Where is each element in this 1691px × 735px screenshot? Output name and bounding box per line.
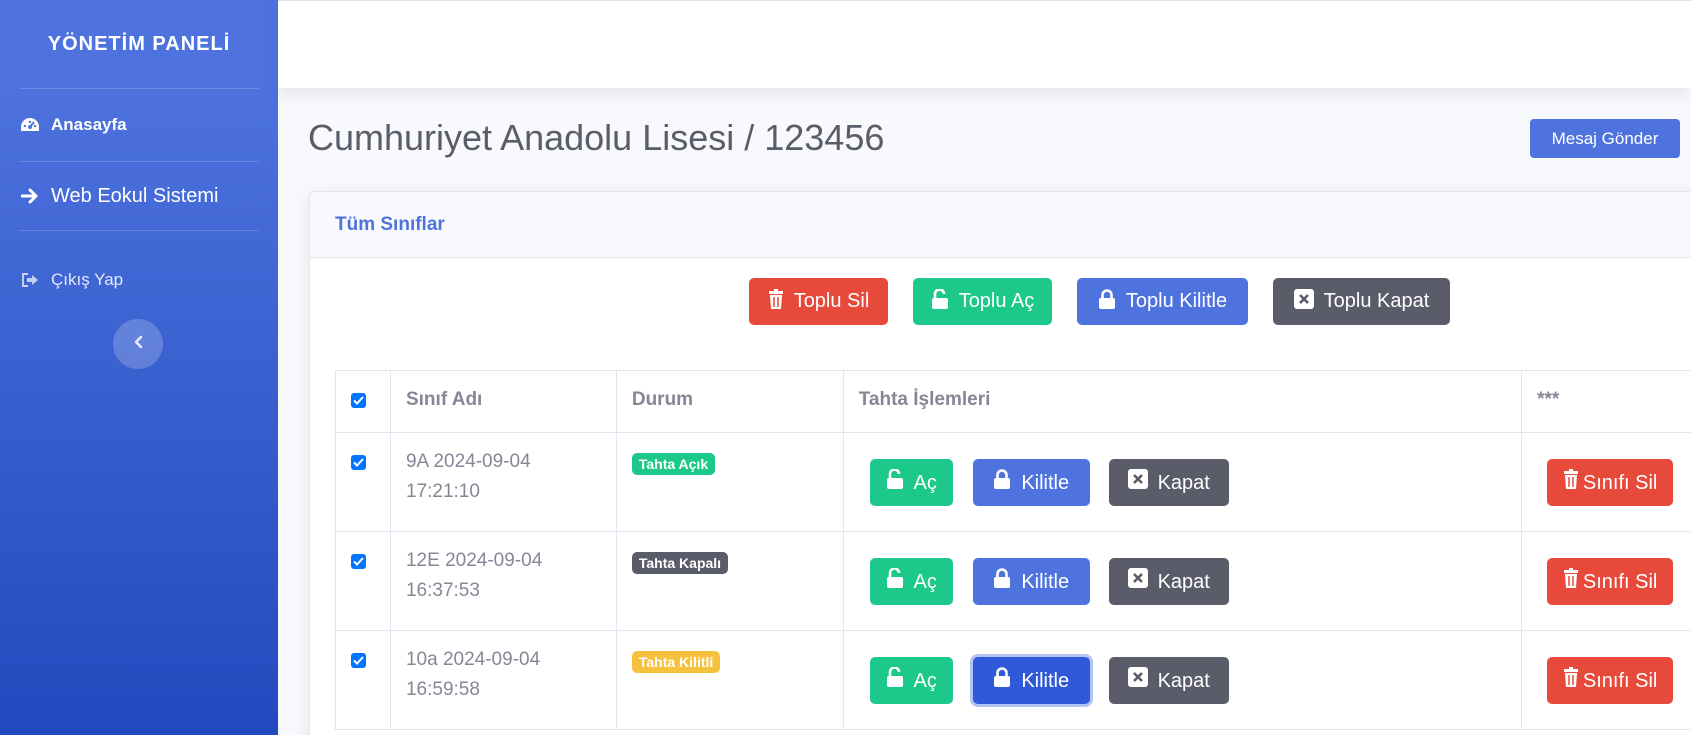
class-name: 9A 2024-09-04 bbox=[405, 451, 531, 472]
bulk-actions: Toplu Sil Toplu Aç Toplu Kilitle Toplu K… bbox=[310, 278, 1691, 325]
trash-icon bbox=[1563, 666, 1579, 696]
board-actions-cell: Aç Kilitle Kapat bbox=[842, 630, 1523, 730]
row-checkbox[interactable] bbox=[351, 554, 366, 569]
close-button[interactable]: Kapat bbox=[1108, 558, 1229, 605]
tachometer-icon bbox=[19, 115, 41, 135]
class-name-cell: 9A 2024-09-04 17:21:10 bbox=[389, 432, 617, 532]
sidebar-item-label: Çıkış Yap bbox=[51, 270, 124, 289]
unlock-icon bbox=[931, 287, 949, 315]
open-button[interactable]: Aç bbox=[869, 657, 953, 704]
row-select-cell bbox=[335, 531, 391, 631]
row-delete-cell: Sınıfı Sil bbox=[1521, 531, 1691, 631]
close-box-icon bbox=[1293, 288, 1314, 315]
close-button[interactable]: Kapat bbox=[1108, 459, 1229, 506]
status-badge: Tahta Kapalı bbox=[631, 552, 729, 574]
class-time: 16:59:58 bbox=[405, 679, 480, 700]
unlock-icon bbox=[886, 467, 904, 498]
row-select-cell bbox=[335, 630, 391, 730]
board-actions-cell: Aç Kilitle Kapat bbox=[842, 432, 1523, 532]
lock-icon bbox=[993, 666, 1011, 696]
lock-button[interactable]: Kilitle bbox=[972, 459, 1090, 506]
class-name-cell: 10a 2024-09-04 16:59:58 bbox=[389, 630, 617, 730]
card-header: Tüm Sınıflar bbox=[310, 192, 1691, 258]
chevron-left-icon bbox=[133, 335, 143, 354]
class-name: 12E 2024-09-04 bbox=[405, 550, 543, 571]
sidebar: YÖNETİM PANELİ Anasayfa Web Eokul Sistem… bbox=[0, 0, 278, 735]
close-box-icon bbox=[1127, 468, 1148, 498]
row-checkbox[interactable] bbox=[351, 653, 366, 668]
delete-class-button[interactable]: Sınıfı Sil bbox=[1547, 558, 1674, 605]
table-row: 12E 2024-09-04 16:37:53 Tahta Kapalı Aç … bbox=[335, 531, 1691, 631]
delete-class-button[interactable]: Sınıfı Sil bbox=[1547, 459, 1674, 506]
close-button[interactable]: Kapat bbox=[1108, 657, 1229, 704]
status-badge: Tahta Açık bbox=[631, 453, 716, 475]
unlock-icon bbox=[886, 566, 904, 597]
status-cell: Tahta Açık bbox=[615, 432, 844, 532]
bulk-lock-button[interactable]: Toplu Kilitle bbox=[1077, 278, 1248, 325]
bulk-open-button[interactable]: Toplu Aç bbox=[913, 278, 1052, 325]
select-all-cell bbox=[335, 370, 391, 433]
classes-card: Tüm Sınıflar Toplu Sil Toplu Aç Toplu Ki… bbox=[309, 191, 1691, 735]
lock-icon bbox=[993, 468, 1011, 498]
status-cell: Tahta Kapalı bbox=[615, 531, 844, 631]
board-actions-cell: Aç Kilitle Kapat bbox=[842, 531, 1523, 631]
sidebar-item-anasayfa[interactable]: Anasayfa bbox=[0, 89, 278, 161]
status-badge: Tahta Kilitli bbox=[631, 651, 721, 673]
row-checkbox[interactable] bbox=[351, 455, 366, 470]
table-header-row: Sınıf Adı Durum Tahta İşlemleri *** bbox=[335, 370, 1691, 433]
lock-icon bbox=[993, 567, 1011, 597]
trash-icon bbox=[1563, 567, 1579, 597]
row-select-cell bbox=[335, 432, 391, 532]
table-row: 9A 2024-09-04 17:21:10 Tahta Açık Aç Kil… bbox=[335, 432, 1691, 532]
class-time: 17:21:10 bbox=[405, 481, 480, 502]
sidebar-item-web-eokul[interactable]: Web Eokul Sistemi bbox=[0, 162, 278, 230]
class-name: 10a 2024-09-04 bbox=[405, 649, 541, 670]
select-all-checkbox[interactable] bbox=[351, 393, 366, 408]
lock-icon bbox=[1098, 288, 1116, 315]
bulk-close-button[interactable]: Toplu Kapat bbox=[1273, 278, 1450, 325]
table-row: 10a 2024-09-04 16:59:58 Tahta Kilitli Aç… bbox=[335, 630, 1691, 730]
lock-button[interactable]: Kilitle bbox=[972, 558, 1090, 605]
trash-icon bbox=[768, 288, 784, 315]
row-delete-cell: Sınıfı Sil bbox=[1521, 432, 1691, 532]
sidebar-item-logout[interactable]: Çıkış Yap bbox=[0, 231, 278, 317]
status-cell: Tahta Kilitli bbox=[615, 630, 844, 730]
bulk-delete-button[interactable]: Toplu Sil bbox=[749, 278, 888, 325]
page-title: Cumhuriyet Anadolu Lisesi / 123456 bbox=[308, 117, 885, 158]
class-time: 16:37:53 bbox=[405, 580, 480, 601]
column-header-status: Durum bbox=[615, 370, 844, 433]
topbar bbox=[278, 0, 1691, 88]
sidebar-toggle-button[interactable] bbox=[113, 319, 163, 369]
classes-table: Sınıf Adı Durum Tahta İşlemleri *** 9A 2… bbox=[335, 370, 1691, 730]
column-header-name: Sınıf Adı bbox=[389, 370, 617, 433]
open-button[interactable]: Aç bbox=[869, 558, 953, 605]
sidebar-item-label: Web Eokul Sistemi bbox=[51, 184, 219, 207]
delete-class-button[interactable]: Sınıfı Sil bbox=[1547, 657, 1674, 704]
lock-button[interactable]: Kilitle bbox=[972, 657, 1090, 704]
column-header-board-actions: Tahta İşlemleri bbox=[842, 370, 1523, 433]
open-button[interactable]: Aç bbox=[869, 459, 953, 506]
sign-out-icon bbox=[19, 270, 41, 290]
send-message-button[interactable]: Mesaj Gönder bbox=[1530, 119, 1680, 158]
close-box-icon bbox=[1127, 666, 1148, 696]
column-header-extra: *** bbox=[1521, 370, 1691, 433]
close-box-icon bbox=[1127, 567, 1148, 597]
sidebar-brand[interactable]: YÖNETİM PANELİ bbox=[0, 0, 278, 88]
sidebar-item-label: Anasayfa bbox=[51, 115, 127, 134]
unlock-icon bbox=[886, 665, 904, 696]
row-delete-cell: Sınıfı Sil bbox=[1521, 630, 1691, 730]
class-name-cell: 12E 2024-09-04 16:37:53 bbox=[389, 531, 617, 631]
arrow-right-icon bbox=[19, 186, 41, 206]
trash-icon bbox=[1563, 468, 1579, 498]
